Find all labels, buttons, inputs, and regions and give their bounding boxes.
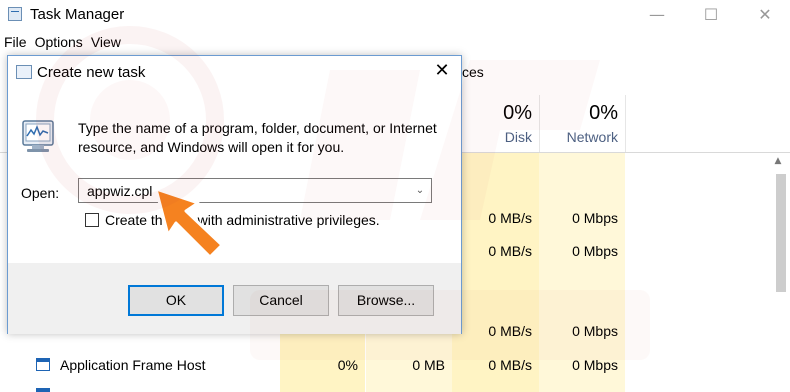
menu-view[interactable]: View [87, 32, 125, 54]
admin-privileges-label: Create th with administrative privileges… [105, 212, 380, 228]
task-manager-titlebar: Task Manager — ☐ ✕ [0, 0, 790, 30]
menu-bar: File Options View [0, 32, 125, 54]
dialog-button-bar: OK Cancel Browse... [8, 263, 461, 334]
row-network: 0 Mbps [572, 243, 618, 259]
app-frame-host-icon [36, 358, 50, 371]
disk-percent: 0% [503, 102, 532, 124]
process-disk: 0 MB/s [488, 357, 532, 373]
network-label: Network [566, 129, 618, 145]
dialog-title: Create new task [37, 64, 146, 81]
admin-privileges-checkbox[interactable] [85, 213, 99, 227]
process-network: 0 Mbps [572, 357, 618, 373]
process-memory: 0 MB [412, 357, 445, 373]
orange-arrow-annotation [154, 187, 224, 259]
dialog-app-icon [16, 65, 32, 79]
scrollbar-thumb[interactable] [776, 174, 786, 292]
close-window-button[interactable]: ✕ [742, 2, 788, 28]
open-combobox[interactable]: ⌄ [78, 178, 432, 203]
disk-label: Disk [504, 129, 532, 145]
tab-services[interactable]: ces [462, 64, 484, 80]
create-new-task-dialog: Create new task ✕ Type the name of a pro… [7, 55, 462, 334]
row-network: 0 Mbps [572, 323, 618, 339]
dialog-close-button[interactable]: ✕ [428, 59, 456, 83]
row-network: 0 Mbps [572, 210, 618, 226]
minimize-button[interactable]: — [634, 2, 680, 28]
row-disk: 0 MB/s [488, 243, 532, 259]
column-separator [539, 95, 540, 153]
browse-button[interactable]: Browse... [338, 285, 434, 316]
cancel-button[interactable]: Cancel [233, 285, 329, 316]
open-label: Open: [21, 185, 60, 201]
window-title: Task Manager [30, 6, 125, 23]
task-manager-icon [8, 7, 22, 21]
network-percent: 0% [589, 102, 618, 124]
menu-options[interactable]: Options [31, 32, 87, 54]
scroll-up-arrow-icon[interactable]: ▲ [772, 156, 784, 168]
menu-file[interactable]: File [0, 32, 31, 54]
row-disk: 0 MB/s [488, 323, 532, 339]
row-disk: 0 MB/s [488, 210, 532, 226]
process-name[interactable]: Application Frame Host [60, 357, 206, 373]
chevron-down-icon[interactable]: ⌄ [411, 182, 429, 199]
run-program-icon [22, 120, 54, 152]
column-header-disk[interactable]: 0% Disk [470, 102, 532, 145]
maximize-button[interactable]: ☐ [688, 2, 734, 28]
process-icon [36, 388, 50, 392]
column-separator [625, 95, 626, 153]
open-input[interactable] [79, 179, 409, 202]
column-header-network[interactable]: 0% Network [548, 102, 618, 145]
dialog-description: Type the name of a program, folder, docu… [78, 120, 437, 155]
process-cpu: 0% [337, 357, 358, 373]
ok-button[interactable]: OK [128, 285, 224, 316]
